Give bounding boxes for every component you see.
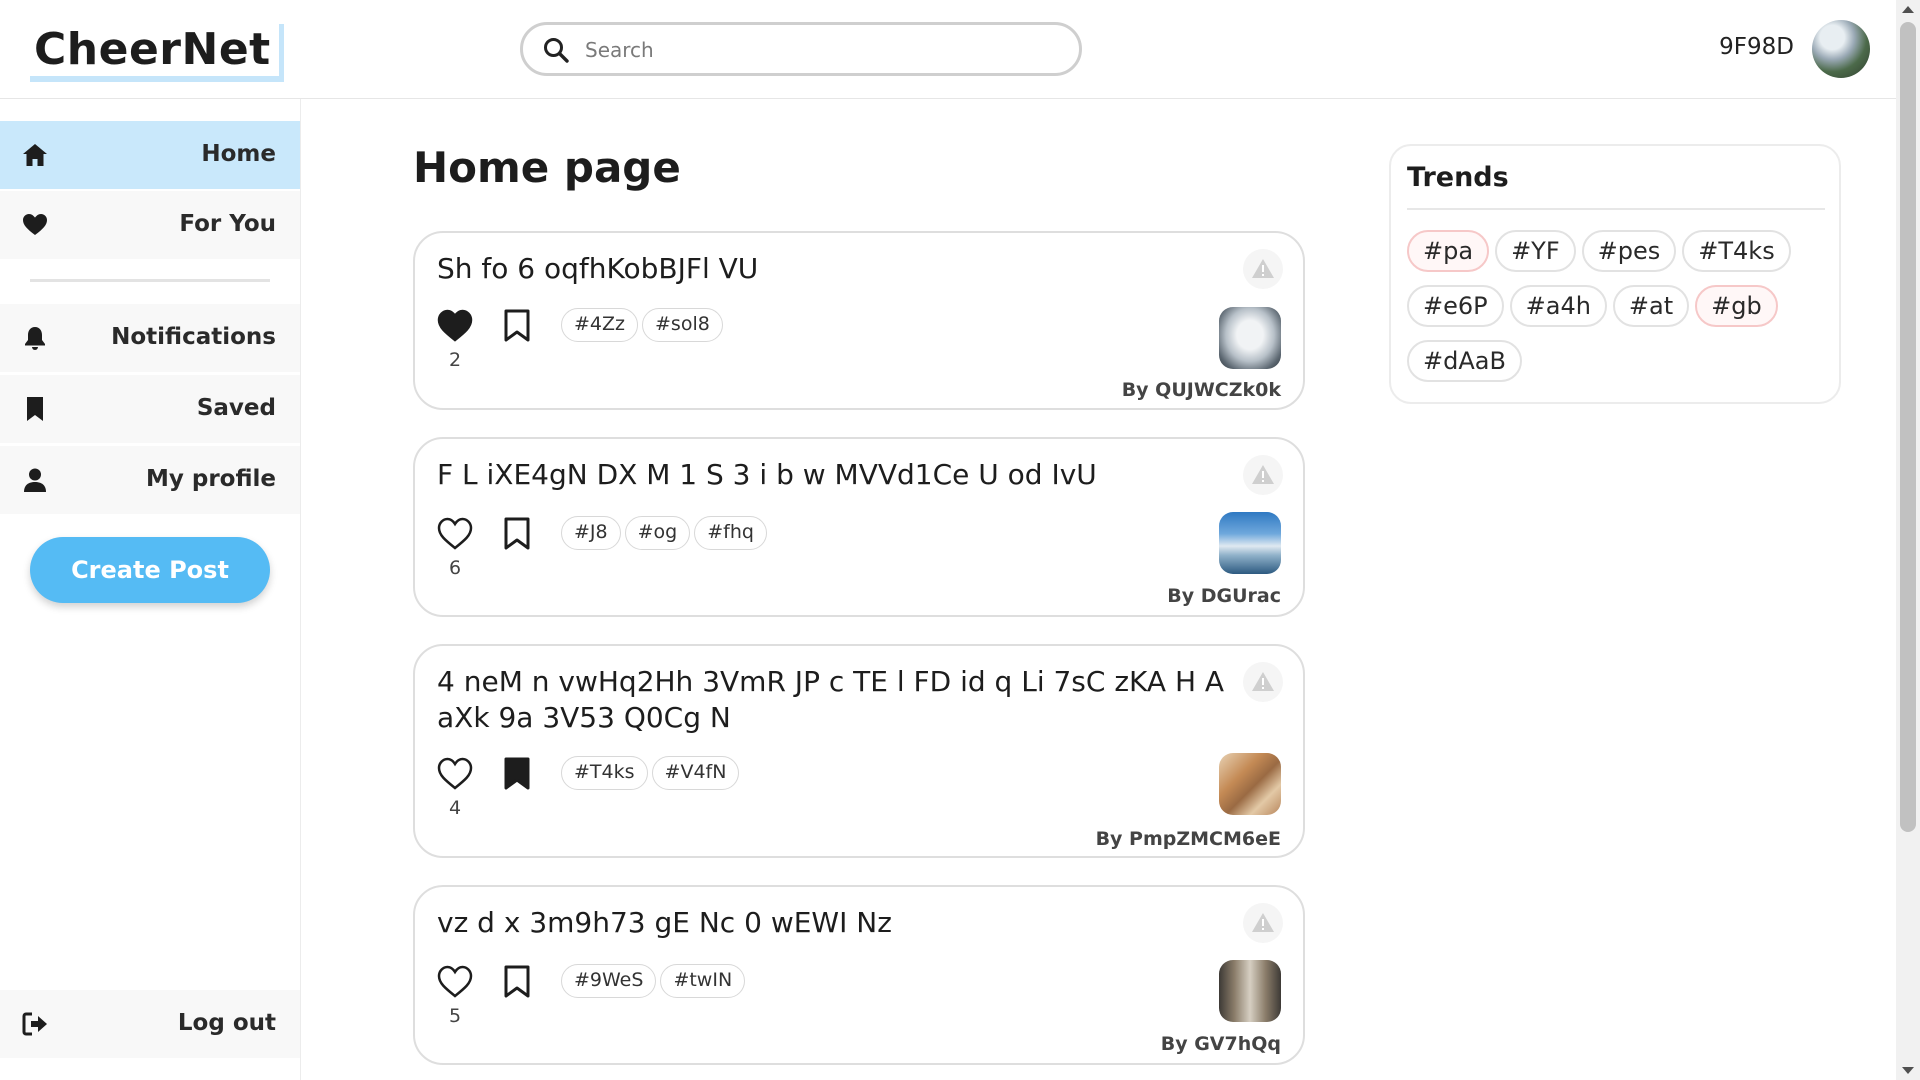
post-text: Sh fo 6 oqfhKobBJFl VU	[437, 252, 759, 285]
post-tag[interactable]: #9WeS	[561, 964, 657, 998]
scrollbar[interactable]	[1896, 0, 1920, 1080]
trend-tag[interactable]: #a4h	[1509, 285, 1607, 327]
trend-tags: #pa #YF #pes #T4ks #e6P #a4h #at #gb #dA…	[1407, 230, 1827, 382]
post-card: Sh fo 6 oqfhKobBJFl VU 2 #4Zz #sol8 By Q…	[413, 231, 1305, 410]
sidebar-item-saved[interactable]: Saved	[0, 375, 300, 443]
post-tag[interactable]: #og	[624, 516, 691, 550]
top-bar: CheerNet 9F98D	[0, 0, 1896, 99]
like-icon[interactable]	[437, 965, 473, 999]
post-author[interactable]: By DGUrac	[1167, 585, 1281, 607]
trend-tag[interactable]: #at	[1612, 285, 1690, 327]
search-bar[interactable]	[520, 22, 1082, 76]
warning-icon	[1252, 259, 1274, 278]
post-tags: #9WeS #twIN	[561, 964, 746, 998]
heart-icon	[23, 214, 47, 235]
bookmark-icon[interactable]	[503, 965, 531, 999]
search-input[interactable]	[585, 35, 1055, 65]
report-button[interactable]	[1243, 249, 1283, 289]
warning-icon	[1252, 465, 1274, 484]
like-count: 5	[449, 1005, 462, 1027]
app-logo[interactable]: CheerNet	[30, 24, 284, 82]
trend-tag[interactable]: #T4ks	[1682, 230, 1791, 272]
warning-icon	[1252, 672, 1274, 691]
trends-panel: Trends #pa #YF #pes #T4ks #e6P #a4h #at …	[1389, 144, 1841, 404]
post-tag[interactable]: #twIN	[660, 964, 746, 998]
scroll-up-arrow[interactable]	[1902, 6, 1914, 13]
create-post-button[interactable]: Create Post	[30, 537, 270, 603]
trend-tag[interactable]: #dAaB	[1407, 340, 1522, 382]
home-icon	[23, 144, 47, 166]
post-tag[interactable]: #sol8	[642, 308, 723, 342]
sidebar-item-label: For You	[179, 211, 276, 237]
post-image[interactable]	[1219, 960, 1281, 1022]
post-tag[interactable]: #V4fN	[651, 756, 740, 790]
like-count: 2	[449, 349, 462, 371]
post-image[interactable]	[1219, 512, 1281, 574]
avatar[interactable]	[1812, 20, 1870, 78]
search-icon	[544, 38, 569, 63]
scrollbar-thumb[interactable]	[1900, 22, 1916, 832]
post-tag[interactable]: #4Zz	[561, 308, 638, 342]
like-icon[interactable]	[437, 309, 473, 343]
sidebar-item-label: Saved	[196, 395, 276, 421]
like-count: 6	[449, 557, 462, 579]
warning-icon	[1252, 913, 1274, 932]
post-card: vz d x 3m9h73 gE Nc 0 wEWI Nz 5 #9WeS #t…	[413, 885, 1305, 1065]
post-image[interactable]	[1219, 307, 1281, 369]
trend-tag[interactable]: #e6P	[1407, 285, 1504, 327]
sidebar-item-label: Home	[201, 141, 276, 167]
post-text: F L iXE4gN DX M 1 S 3 i b w MVVd1Ce U od…	[437, 458, 1097, 491]
bookmark-icon[interactable]	[503, 309, 531, 343]
post-tag[interactable]: #T4ks	[561, 756, 648, 790]
post-author[interactable]: By PmpZMCM6eE	[1096, 828, 1281, 850]
scroll-down-arrow[interactable]	[1902, 1067, 1914, 1074]
sidebar-item-for-you[interactable]: For You	[0, 191, 300, 259]
report-button[interactable]	[1243, 455, 1283, 495]
logout-button[interactable]: Log out	[0, 990, 300, 1058]
trend-tag[interactable]: #gb	[1695, 285, 1778, 327]
like-count: 4	[449, 797, 462, 819]
post-text: 4 neM n vwHq2Hh 3VmR JP c TE l FD id q L…	[437, 665, 1225, 734]
user-icon	[24, 468, 46, 492]
trend-tag[interactable]: #pes	[1581, 230, 1677, 272]
sidebar-item-home[interactable]: Home	[0, 121, 300, 189]
trend-tag[interactable]: #YF	[1495, 230, 1576, 272]
post-tags: #4Zz #sol8	[561, 308, 723, 342]
trend-tag[interactable]: #pa	[1407, 230, 1490, 272]
logout-icon	[22, 1012, 47, 1036]
post-image[interactable]	[1219, 753, 1281, 815]
bookmark-icon	[27, 397, 43, 421]
bell-icon	[25, 327, 45, 350]
post-text: vz d x 3m9h73 gE Nc 0 wEWI Nz	[437, 906, 892, 939]
post-author[interactable]: By QUJWCZk0k	[1122, 379, 1281, 401]
trends-title: Trends	[1407, 162, 1509, 193]
report-button[interactable]	[1243, 662, 1283, 702]
sidebar-item-notifications[interactable]: Notifications	[0, 304, 300, 372]
post-card: F L iXE4gN DX M 1 S 3 i b w MVVd1Ce U od…	[413, 437, 1305, 617]
sidebar-item-label: My profile	[145, 466, 276, 492]
sidebar-item-label: Notifications	[111, 324, 276, 350]
logout-label: Log out	[177, 1010, 276, 1036]
sidebar-divider	[30, 279, 270, 282]
post-tags: #J8 #og #fhq	[561, 516, 767, 550]
post-author[interactable]: By GV7hQq	[1161, 1033, 1281, 1055]
like-icon[interactable]	[437, 757, 473, 791]
trends-divider	[1407, 208, 1825, 210]
post-card: 4 neM n vwHq2Hh 3VmR JP c TE l FD id q L…	[413, 644, 1305, 858]
post-tag[interactable]: #J8	[561, 516, 621, 550]
page-title: Home page	[413, 143, 681, 192]
username[interactable]: 9F98D	[1719, 34, 1794, 60]
bookmark-filled-icon[interactable]	[503, 757, 531, 791]
sidebar: Home For You Notifications Saved My prof…	[0, 99, 301, 1080]
post-tags: #T4ks #V4fN	[561, 756, 740, 790]
report-button[interactable]	[1243, 903, 1283, 943]
like-icon[interactable]	[437, 517, 473, 551]
bookmark-icon[interactable]	[503, 517, 531, 551]
post-tag[interactable]: #fhq	[694, 516, 767, 550]
sidebar-item-my-profile[interactable]: My profile	[0, 446, 300, 514]
